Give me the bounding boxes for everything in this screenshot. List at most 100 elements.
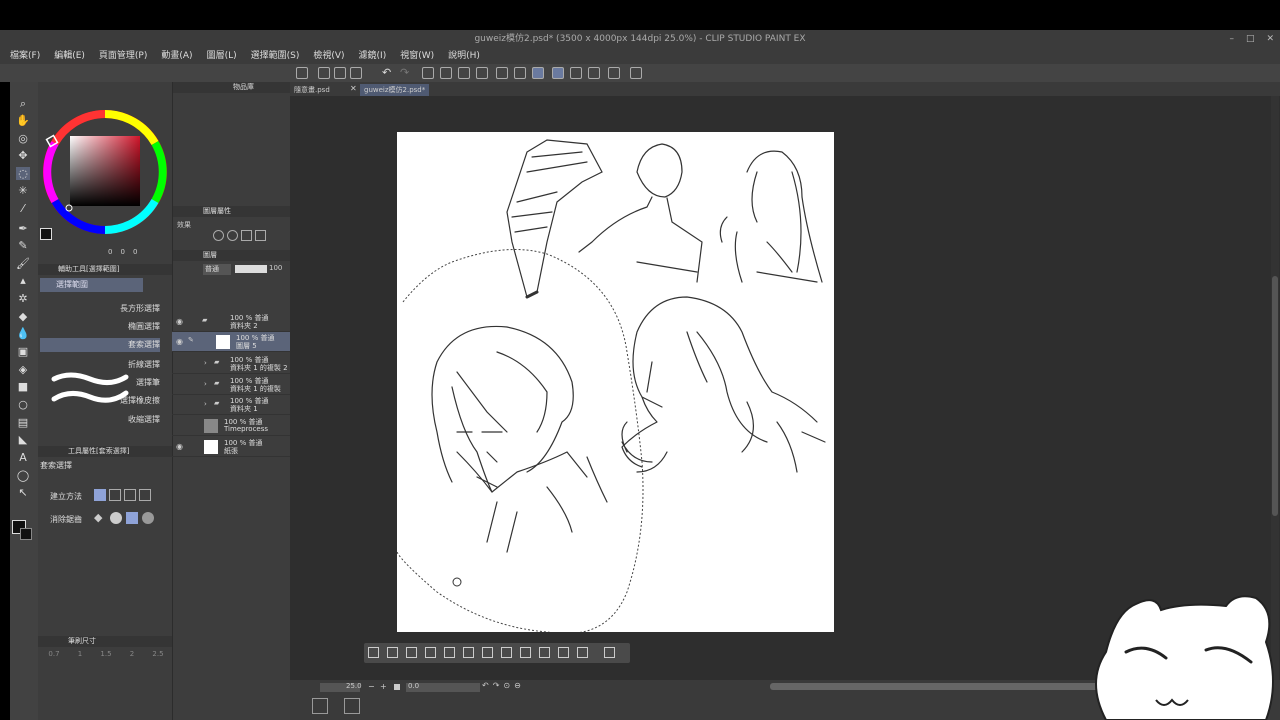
animation-icon[interactable] [344,698,360,714]
subtract-selection-icon[interactable] [124,489,136,501]
fill-selection-icon[interactable] [558,647,569,658]
rotation-value[interactable]: 0.0 [408,682,419,690]
antialias-weak-icon[interactable] [110,512,122,524]
menu-edit[interactable]: 編輯(E) [54,48,85,64]
frame-tool-icon[interactable]: ▤ [16,416,30,429]
cut-paste-icon[interactable] [482,647,493,658]
help-icon[interactable] [630,67,642,79]
menu-help[interactable]: 說明(H) [448,48,480,64]
new-file-icon[interactable] [318,67,330,79]
minimize-button[interactable]: – [1229,30,1234,48]
layer-color-icon[interactable] [255,230,266,241]
correct-line-tool-icon[interactable]: ↖ [16,486,30,499]
menu-selection[interactable]: 選擇範圍(S) [251,48,300,64]
eye-icon[interactable]: ◉ [176,317,183,326]
deselect-icon[interactable] [368,647,379,658]
snap-special-ruler-icon[interactable] [570,67,582,79]
snap-ruler-icon[interactable] [552,67,564,79]
scale-icon[interactable] [520,647,531,658]
antialias-medium-icon[interactable] [126,512,138,524]
extract-line-icon[interactable] [227,230,238,241]
layer-row-layer5[interactable]: ◉ ✎ 100 % 普通 圖層 5 [172,332,290,352]
menu-animation[interactable]: 動畫(A) [161,48,192,64]
tone-effect-icon[interactable] [241,230,252,241]
menu-view[interactable]: 檢視(V) [313,48,344,64]
layer-row-folder1[interactable]: › ▰ 100 % 普通 資料夾 1 [172,395,290,415]
blend-mode-select[interactable]: 普通 [203,264,231,275]
expand-arrow-icon[interactable]: › [204,359,207,367]
airbrush-tool-icon[interactable]: ▴ [16,274,30,287]
copy-paste-icon[interactable] [501,647,512,658]
tab-sketch[interactable]: 隨意畫.psd [290,84,334,96]
fill-tool-icon[interactable]: ▣ [16,345,30,358]
show-selection-icon[interactable] [532,67,544,79]
undo-icon[interactable]: ↶ [382,67,394,79]
invert-selection-icon[interactable] [514,67,526,79]
eraser-tool-icon[interactable]: ◆ [16,310,30,323]
add-selection-icon[interactable] [109,489,121,501]
eyedropper-icon[interactable]: ⁄ [16,202,30,215]
move-tool-icon[interactable]: ✥ [16,149,30,162]
clear-icon[interactable] [422,67,434,79]
intersect-selection-icon[interactable] [139,489,151,501]
pen-tool-icon[interactable]: ✒ [16,222,30,235]
close-tab-icon[interactable]: ✕ [350,84,357,93]
balloon-tool-icon[interactable]: ◯ [16,469,30,482]
menu-file[interactable]: 檔案(F) [10,48,40,64]
copy-icon[interactable] [539,647,550,658]
clear-outside-icon[interactable] [463,647,474,658]
magic-wand-icon[interactable]: ✳ [16,184,30,197]
menu-page[interactable]: 頁面管理(P) [99,48,147,64]
view-controls[interactable]: ↶↷⊙⊖ [482,681,525,690]
color-wheel[interactable] [38,82,172,258]
fit-icon[interactable] [394,684,400,690]
color-main-swatch[interactable] [40,228,52,240]
rotation-bar[interactable] [440,683,480,692]
deselect-icon[interactable] [496,67,508,79]
zoom-tool-icon[interactable]: ⌕ [16,97,30,110]
top-panel-tab[interactable]: 物品庫 [173,82,291,93]
antialias-none-icon[interactable]: ◆ [94,512,106,524]
launcher-settings-icon[interactable] [604,647,615,658]
shrink-selection-icon[interactable] [425,647,436,658]
subtool-shrink-select[interactable]: 收縮選擇 [40,413,160,427]
close-button[interactable]: ✕ [1266,30,1274,48]
subtool-lasso-select[interactable]: 套索選擇 [40,338,160,352]
maximize-button[interactable]: □ [1246,30,1255,48]
blend-tool-icon[interactable]: 💧 [16,327,30,340]
brush-size-cell[interactable]: 1 [68,650,92,668]
gradient-tool-icon[interactable]: ■ [16,380,30,393]
menu-window[interactable]: 視窗(W) [400,48,434,64]
save-icon[interactable] [350,67,362,79]
layer-row-folder2[interactable]: ◉ ▰ 100 % 普通 資料夾 2 [172,312,290,332]
opacity-slider[interactable] [235,265,267,273]
layer-row-folder1-copy2[interactable]: › ▰ 100 % 普通 資料夾 1 的複製 2 [172,354,290,374]
subtool-rect-select[interactable]: 長方形選擇 [40,302,160,316]
layer-row-folder1-copy[interactable]: › ▰ 100 % 普通 資料夾 1 的複製 [172,375,290,395]
brush-size-cell[interactable]: 0.7 [42,650,66,668]
transform-icon[interactable] [476,67,488,79]
decoration-tool-icon[interactable]: ✲ [16,292,30,305]
pencil-tool-icon[interactable]: ✎ [16,239,30,252]
zoom-value[interactable]: 25.0 [346,682,362,690]
subtool-ellipse-select[interactable]: 橢圓選擇 [40,320,160,334]
redo-icon[interactable]: ↷ [400,67,412,79]
zoom-in-icon[interactable]: + [380,682,387,691]
snap-grid-icon[interactable] [588,67,600,79]
brush-size-cell[interactable]: 1.5 [94,650,118,668]
ruler-tool-icon[interactable]: ◣ [16,433,30,446]
eye-icon[interactable]: ◉ [176,337,183,346]
invert-icon[interactable] [387,647,398,658]
border-effect-icon[interactable] [213,230,224,241]
text-tool-icon[interactable]: A [16,451,30,464]
antialias-strong-icon[interactable] [142,512,154,524]
navigator-icon[interactable] [312,698,328,714]
object-tool-icon[interactable]: ◎ [16,132,30,145]
brush-size-cell[interactable]: 2.5 [146,650,170,668]
figure-tool-icon[interactable]: ○ [16,398,30,411]
opacity-value[interactable]: 100 [269,264,282,272]
tab-guweiz[interactable]: guweiz模仿2.psd* [360,84,430,96]
clear-outside-icon[interactable] [440,67,452,79]
drawing-canvas[interactable] [397,132,834,632]
expand-arrow-icon[interactable]: › [204,400,207,408]
